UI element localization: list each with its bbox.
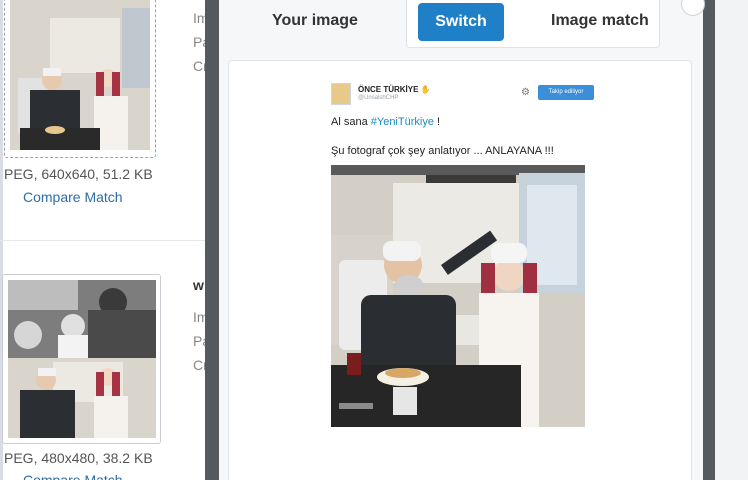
result-format-size: PEG, 640x640, 51.2 KB — [4, 166, 153, 182]
follow-button: Takip ediliyor — [538, 85, 594, 100]
avatar — [331, 83, 351, 105]
result-format-size: PEG, 480x480, 38.2 KB — [4, 450, 153, 466]
result-title[interactable]: w — [193, 277, 204, 293]
tab-group: Switch Image match — [406, 0, 660, 48]
tweet-author-name: ÖNCE TÜRKİYE ✋ — [358, 85, 431, 94]
tweet-author-handle: @UnsalshCHP — [358, 95, 399, 101]
result-thumbnail[interactable] — [4, 0, 156, 158]
tab-image-match[interactable]: Image match — [551, 12, 649, 30]
compare-match-link[interactable]: Compare Match — [23, 472, 123, 480]
tab-your-image[interactable]: Your image — [272, 12, 358, 30]
tweet-photo — [331, 165, 585, 427]
switch-button[interactable]: Switch — [418, 3, 504, 41]
compare-tabbar: Your image Switch Image match — [219, 0, 703, 50]
photo-image — [331, 165, 585, 427]
tweet-text-line2: Şu fotograf çok şey anlatıyor ... ANLAYA… — [331, 145, 554, 157]
result-thumbnail[interactable] — [2, 274, 161, 444]
thumbnail-collage — [8, 280, 156, 438]
image-compare-modal: Your image Switch Image match ÖNCE TÜRKİ… — [219, 0, 703, 480]
gear-icon: ⚙ — [521, 87, 530, 98]
thumbnail-photo — [10, 0, 150, 150]
results-divider — [0, 240, 205, 241]
image-viewer: ÖNCE TÜRKİYE ✋ @UnsalshCHP ⚙ Takip edili… — [228, 60, 692, 480]
page-right-strip — [715, 0, 748, 480]
tweet-screenshot: ÖNCE TÜRKİYE ✋ @UnsalshCHP ⚙ Takip edili… — [321, 80, 595, 430]
compare-match-link[interactable]: Compare Match — [23, 189, 123, 205]
tweet-text-line1: Al sana #YeniTürkiye ! — [331, 116, 441, 128]
